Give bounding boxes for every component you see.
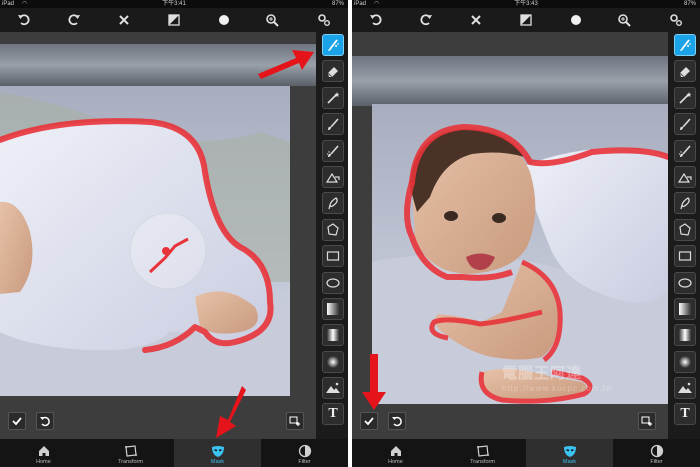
reset-mask-button[interactable] — [36, 412, 54, 430]
settings-icon[interactable] — [668, 12, 684, 28]
photo-canvas[interactable] — [0, 32, 316, 439]
mirror-gradient-icon[interactable] — [322, 324, 344, 347]
mask-icon — [563, 446, 576, 457]
tab-label: Transform — [118, 459, 143, 465]
red-arrow-annotation — [258, 50, 314, 79]
tab-label: Home — [388, 459, 403, 465]
tab-mask[interactable]: Mask — [174, 439, 261, 467]
eraser-icon[interactable] — [322, 60, 344, 83]
filter-icon — [298, 444, 311, 458]
filter-icon — [650, 444, 663, 458]
feather-brush-icon[interactable] — [674, 139, 696, 162]
right-screen: iPad ◠ 下午3:43 87% 電腦王阿達 http://www.kocpc… — [352, 0, 700, 467]
linear-gradient-icon[interactable] — [322, 297, 344, 320]
tab-filter[interactable]: Filter — [261, 439, 348, 467]
rectangle-icon[interactable] — [674, 245, 696, 268]
tab-mask[interactable]: Mask — [526, 439, 613, 467]
mirror-gradient-icon[interactable] — [674, 324, 696, 347]
top-toolbar — [0, 8, 348, 32]
tab-home[interactable]: Home — [0, 439, 87, 467]
redo-icon[interactable] — [418, 12, 434, 28]
brush-size-icon[interactable] — [568, 12, 584, 28]
photo-canvas[interactable]: 電腦王阿達 http://www.kocpc.com.tw — [352, 32, 668, 439]
brush-size-icon[interactable] — [216, 12, 232, 28]
eraser-icon[interactable] — [674, 60, 696, 83]
paint-bucket-icon[interactable] — [322, 165, 344, 188]
radial-gradient-icon[interactable] — [674, 350, 696, 373]
transform-icon — [476, 445, 489, 457]
battery-label: 87% — [683, 1, 696, 7]
text-tool-glyph: T — [680, 406, 690, 422]
tab-filter[interactable]: Filter — [613, 439, 700, 467]
transform-icon — [124, 445, 137, 457]
paint-bucket-icon[interactable] — [674, 165, 696, 188]
new-mask-button[interactable] — [638, 412, 656, 430]
battery-label: 87% — [331, 1, 344, 7]
tab-transform[interactable]: Transform — [87, 439, 174, 467]
text-icon[interactable]: T — [322, 403, 344, 426]
text-icon[interactable]: T — [674, 403, 696, 426]
brush-icon[interactable] — [674, 113, 696, 136]
home-icon — [38, 446, 49, 456]
magic-wand-icon[interactable] — [322, 86, 344, 109]
tab-label: Mask — [210, 459, 225, 465]
text-tool-glyph: T — [328, 406, 338, 422]
red-arrow-annotation — [216, 386, 246, 438]
settings-icon[interactable] — [316, 12, 332, 28]
undo-icon[interactable] — [16, 12, 32, 28]
magic-wand-icon[interactable] — [674, 86, 696, 109]
ellipse-icon[interactable] — [674, 271, 696, 294]
watermark-logo: 電腦王阿達 — [502, 365, 583, 382]
mask-tools-panel: T — [674, 34, 696, 430]
photo-layer — [0, 32, 316, 439]
tab-transform[interactable]: Transform — [439, 439, 526, 467]
left-screen: iPad ◠ 下午3:41 87% T Home Transform Mask … — [0, 0, 348, 467]
brush-icon[interactable] — [322, 113, 344, 136]
apply-mask-button[interactable] — [8, 412, 26, 430]
close-icon[interactable] — [468, 12, 484, 28]
apply-mask-button[interactable] — [360, 412, 378, 430]
mask-icon — [211, 446, 224, 457]
radial-gradient-icon[interactable] — [322, 350, 344, 373]
tab-label: Home — [36, 459, 51, 465]
mask-tools-panel: T — [322, 34, 344, 430]
new-mask-button[interactable] — [286, 412, 304, 430]
status-bar: iPad ◠ 下午3:41 87% — [0, 0, 348, 8]
landscape-icon[interactable] — [674, 377, 696, 400]
bottom-tab-bar: Home Transform Mask Filter — [0, 439, 348, 467]
smart-brush-icon[interactable] — [674, 34, 696, 56]
undo-icon[interactable] — [368, 12, 384, 28]
polygon-icon[interactable] — [674, 218, 696, 241]
invert-icon[interactable] — [166, 12, 182, 28]
smart-brush-icon[interactable] — [322, 34, 344, 56]
reset-mask-button[interactable] — [388, 412, 406, 430]
rectangle-icon[interactable] — [322, 245, 344, 268]
lasso-icon[interactable] — [674, 192, 696, 215]
ellipse-icon[interactable] — [322, 271, 344, 294]
zoom-icon[interactable] — [264, 12, 280, 28]
tab-label: Transform — [470, 459, 495, 465]
polygon-icon[interactable] — [322, 218, 344, 241]
tab-label: Filter — [650, 459, 663, 465]
redo-icon[interactable] — [66, 12, 82, 28]
tab-label: Mask — [562, 459, 577, 465]
status-time: 下午3:41 — [162, 1, 186, 7]
tab-home[interactable]: Home — [352, 439, 439, 467]
lasso-icon[interactable] — [322, 192, 344, 215]
top-toolbar — [352, 8, 700, 32]
landscape-icon[interactable] — [322, 377, 344, 400]
bottom-tab-bar: Home Transform Mask Filter — [352, 439, 700, 467]
linear-gradient-icon[interactable] — [674, 297, 696, 320]
watermark-url: http://www.kocpc.com.tw — [502, 384, 613, 393]
zoom-icon[interactable] — [616, 12, 632, 28]
status-time: 下午3:43 — [514, 1, 538, 7]
status-bar: iPad ◠ 下午3:43 87% — [352, 0, 700, 8]
feather-brush-icon[interactable] — [322, 139, 344, 162]
invert-icon[interactable] — [518, 12, 534, 28]
close-icon[interactable] — [116, 12, 132, 28]
red-arrow-annotation — [362, 354, 386, 410]
tab-label: Filter — [298, 459, 311, 465]
home-icon — [390, 446, 401, 456]
